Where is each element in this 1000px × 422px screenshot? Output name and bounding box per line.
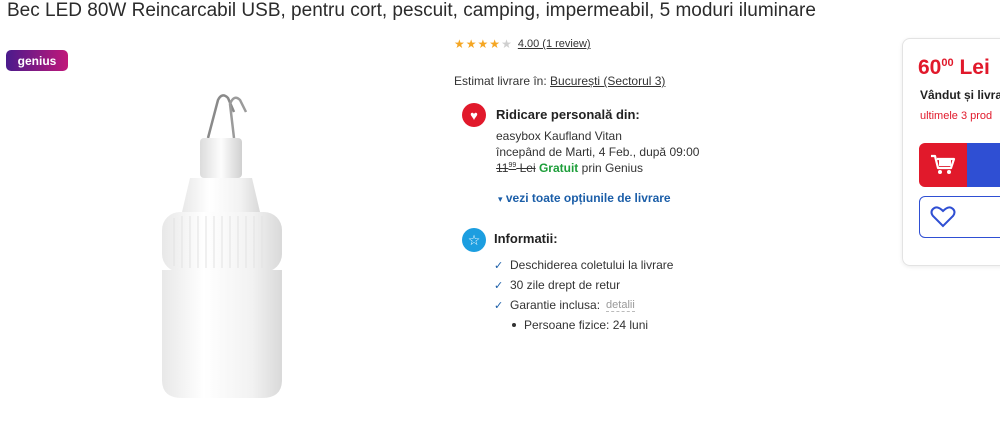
star-icon: ★	[501, 37, 512, 51]
genius-badge: genius	[6, 50, 68, 71]
heart-icon: ♥	[462, 103, 486, 127]
seller-info: Vândut și livra	[920, 88, 1000, 102]
warranty-details-link[interactable]: detalii	[606, 299, 635, 312]
product-image[interactable]	[130, 90, 310, 410]
genius-via: prin Genius	[581, 161, 644, 175]
free-label: Gratuit	[538, 161, 579, 175]
rating-link[interactable]: 4.00 (1 review)	[518, 38, 591, 50]
all-delivery-options-link[interactable]: ▾ vezi toate opțiunile de livrare	[498, 191, 671, 205]
cart-icon	[919, 143, 967, 187]
check-icon: ✓	[494, 259, 504, 272]
info-item: ✓ 30 zile drept de retur	[494, 278, 621, 292]
chevron-down-icon: ▾	[498, 194, 503, 204]
pickup-place: easybox Kaufland Vitan	[496, 129, 622, 143]
check-icon: ✓	[494, 299, 504, 312]
heart-outline-icon	[930, 206, 956, 228]
pickup-price: 1199 Lei Gratuit prin Genius	[496, 161, 643, 175]
pickup-title: Ridicare personală din:	[496, 107, 640, 122]
price: 6000 Lei	[918, 56, 990, 79]
add-to-cart-extension[interactable]	[967, 143, 1000, 187]
old-price: 1199 Lei	[496, 161, 536, 175]
warranty-sub-item: Persoane fizice: 24 luni	[512, 318, 648, 332]
rating[interactable]: ★ ★ ★ ★ ★ 4.00 (1 review)	[454, 38, 591, 50]
star-icon: ★	[489, 37, 501, 51]
product-title: Bec LED 80W Reincarcabil USB, pentru cor…	[7, 0, 816, 21]
info-item: ✓ Deschiderea coletului la livrare	[494, 258, 674, 272]
delivery-estimate: Estimat livrare în: București (Sectorul …	[454, 74, 665, 88]
info-item: ✓ Garantie inclusa: detalii	[494, 298, 635, 312]
pickup-date: începând de Marti, 4 Feb., după 09:00	[496, 145, 700, 159]
add-to-favorites-button[interactable]	[919, 196, 1000, 238]
star-badge-icon: ☆	[462, 228, 486, 252]
delivery-label: Estimat livrare în:	[454, 74, 547, 88]
star-icon: ★	[465, 37, 477, 51]
check-icon: ✓	[494, 279, 504, 292]
delivery-location-link[interactable]: București (Sectorul 3)	[550, 74, 665, 88]
star-icon: ★	[477, 37, 489, 51]
stock-status: ultimele 3 prod	[920, 110, 993, 122]
rating-stars: ★ ★ ★ ★ ★	[454, 38, 512, 50]
star-icon: ★	[454, 37, 465, 51]
bullet-dot	[512, 323, 516, 327]
info-title: Informatii:	[494, 231, 558, 246]
add-to-cart-button[interactable]	[919, 143, 1000, 187]
